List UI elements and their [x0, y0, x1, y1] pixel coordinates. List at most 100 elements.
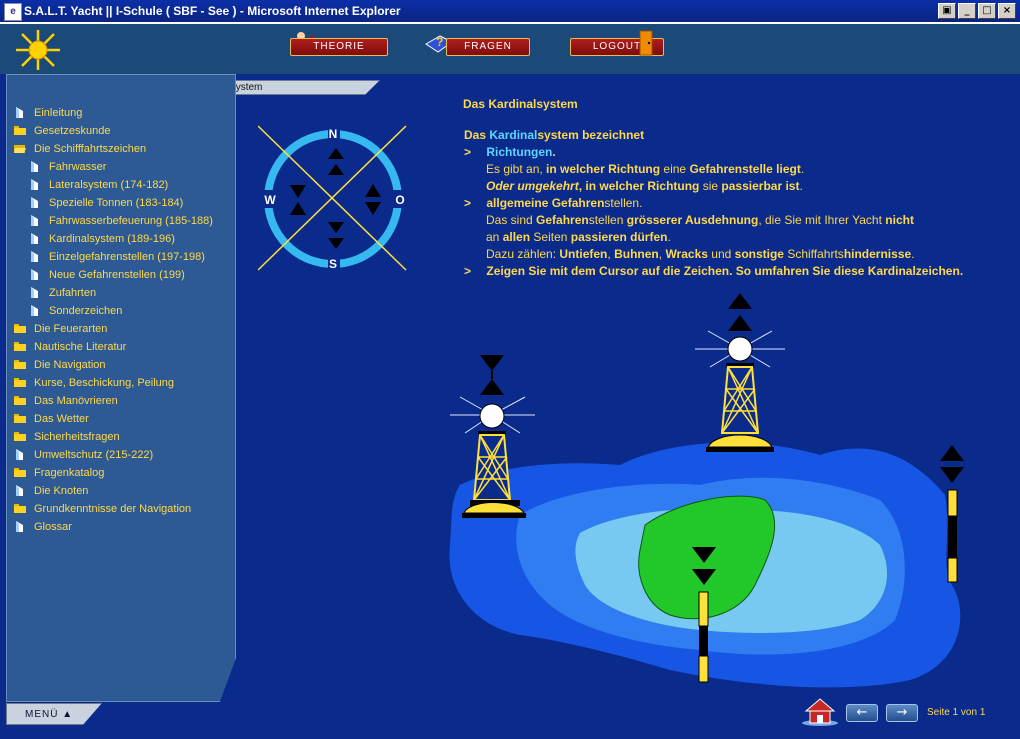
text-segment: grösserer Ausdehnung: [626, 213, 759, 227]
folder-icon: [14, 342, 26, 351]
text-line: an allen Seiten passieren dürfen.: [486, 230, 671, 244]
cardinal-marks-scene: [449, 293, 964, 688]
text-segment: Schiffahrts: [787, 247, 844, 261]
text-segment: allen: [502, 230, 531, 244]
page-icon: [31, 287, 38, 298]
text-segment: Buhnen: [614, 247, 659, 261]
window-titlebar: e S.A.L.T. Yacht || I-Schule ( SBF - See…: [0, 0, 1020, 22]
north-topmark-icon: [328, 148, 344, 175]
sidebar-item-label: Kurse, Beschickung, Peilung: [34, 377, 175, 389]
text-segment: Gefahren: [536, 213, 589, 227]
sidebar-item-label: Grundkenntnisse der Navigation: [34, 503, 192, 515]
text-segment: liegt: [776, 162, 801, 176]
compass-w-label: W: [264, 193, 276, 207]
compass-diagram: N S W O: [258, 125, 407, 272]
text-segment: , die Sie mit Ihrer Yacht: [758, 213, 882, 227]
bullet-line-3: > Zeigen Sie mit dem Cursor auf die Zeic…: [464, 264, 963, 278]
text-segment: sie: [702, 179, 719, 193]
text-segment: Das: [464, 128, 487, 142]
fragen-button[interactable]: FRAGEN: [446, 38, 530, 56]
folder-icon: [14, 126, 26, 135]
app-header: THEORIE ? FRAGEN LOGOUT Schifffahrtszeic…: [0, 22, 1020, 95]
folder-icon: [14, 432, 26, 441]
page-icon: [16, 449, 23, 460]
text-segment: .: [552, 145, 556, 159]
sidebar-item-label: Lateralsystem (174-182): [49, 179, 169, 191]
page-icon: [31, 269, 38, 280]
text-segment: passieren dürfen: [570, 230, 668, 244]
sun-logo-icon: [16, 30, 60, 70]
folder-icon: [14, 396, 26, 405]
highlight-kardinal: Kardinal: [489, 128, 538, 142]
back-button[interactable]: ←: [846, 704, 878, 722]
text-segment: und: [711, 247, 732, 261]
text-segment: passierbar ist: [721, 179, 800, 193]
sidebar-item-label: Neue Gefahrenstellen (199): [49, 269, 185, 281]
sidebar: Einleitung Gesetzeskunde Die Schifffahrtsz…: [6, 74, 236, 702]
bullet-line-2: > allgemeine Gefahrenstellen.: [464, 196, 642, 210]
sidebar-item-label: Die Navigation: [34, 359, 106, 371]
text-segment: .: [800, 162, 805, 176]
text-segment: eine: [663, 162, 687, 176]
door-icon: [639, 30, 653, 56]
text-segment: .: [667, 230, 671, 244]
maximize-button[interactable]: □: [978, 3, 996, 19]
sidebar-item-label: Die Schifffahrtszeichen: [34, 143, 147, 155]
menu-label: MENÜ: [25, 709, 59, 720]
text-segment: stellen.: [604, 196, 643, 210]
ie-app-icon: e: [4, 3, 22, 21]
sidebar-item-label: Fragenkatalog: [34, 467, 105, 479]
sidebar-item-label: Die Knoten: [34, 485, 89, 497]
text-line: Dazu zählen: Untiefen, Buhnen, Wracks un…: [486, 247, 915, 261]
sidebar-item-label: Spezielle Tonnen (183-184): [49, 197, 184, 209]
folder-icon: [14, 378, 26, 387]
text-segment: Untiefen: [559, 247, 608, 261]
compass-s-label: S: [329, 257, 337, 271]
text-line: Das sind Gefahrenstellen grösserer Ausde…: [486, 213, 914, 227]
folder-icon: [14, 504, 26, 513]
sidebar-item-label: Zufahrten: [49, 287, 97, 299]
page-icon: [31, 251, 38, 262]
sidebar-item-label: Gesetzeskunde: [34, 125, 111, 137]
page-icon: [31, 179, 38, 190]
text-segment: Zeigen Sie mit dem Cursor auf die Zeiche…: [486, 264, 964, 278]
page-icon: [31, 233, 38, 244]
text-segment: Das sind: [486, 213, 533, 227]
page-title: Das Kardinalsystem: [463, 97, 578, 111]
next-button[interactable]: →: [886, 704, 918, 722]
text-segment: .: [799, 179, 803, 193]
folder-icon: [14, 468, 26, 477]
page-icon: [16, 107, 23, 118]
page-icon: [31, 161, 38, 172]
text-line: Es gibt an, in welcher Richtung eine Gef…: [486, 162, 804, 176]
text-segment: stellen: [588, 213, 624, 227]
page-icon: [16, 521, 23, 532]
sidebar-item-label: Sonderzeichen: [49, 305, 123, 317]
text-segment: , in welcher Richtung: [578, 179, 700, 193]
text-segment: allgemeine Gefahren: [486, 196, 605, 210]
text-line: Oder umgekehrt, in welcher Richtung sie …: [486, 179, 803, 193]
sidebar-item-label: Das Wetter: [34, 413, 89, 425]
restore-icon[interactable]: ▣: [938, 3, 956, 19]
text-segment: Gefahrenstelle: [689, 162, 773, 176]
close-button[interactable]: ×: [998, 3, 1016, 19]
minimize-button[interactable]: _: [958, 3, 976, 19]
text-segment: Seiten: [533, 230, 568, 244]
home-icon[interactable]: [800, 695, 840, 727]
theorie-button[interactable]: THEORIE: [290, 38, 388, 56]
north-cardinal-buoy[interactable]: [695, 293, 785, 452]
sidebar-item-label: Fahrwasser: [49, 161, 107, 173]
sidebar-item-label: Einleitung: [34, 107, 83, 119]
bullet-marker: >: [464, 196, 472, 210]
sidebar-item-label: Einzelgefahrenstellen (197-198): [49, 251, 205, 263]
page-icon: [16, 485, 23, 496]
compass-o-label: O: [395, 193, 404, 207]
text-segment: nicht: [885, 213, 914, 227]
menu-toggle-button[interactable]: MENÜ ▲: [6, 703, 102, 725]
text-segment: Dazu zählen:: [486, 247, 557, 261]
text-segment: hindernisse: [843, 247, 912, 261]
sidebar-item-label: Umweltschutz (215-222): [34, 449, 154, 461]
window-controls: ▣ _ □ ×: [938, 3, 1016, 19]
text-segment: in welcher Richtung: [546, 162, 661, 176]
page-icon: [31, 305, 38, 316]
